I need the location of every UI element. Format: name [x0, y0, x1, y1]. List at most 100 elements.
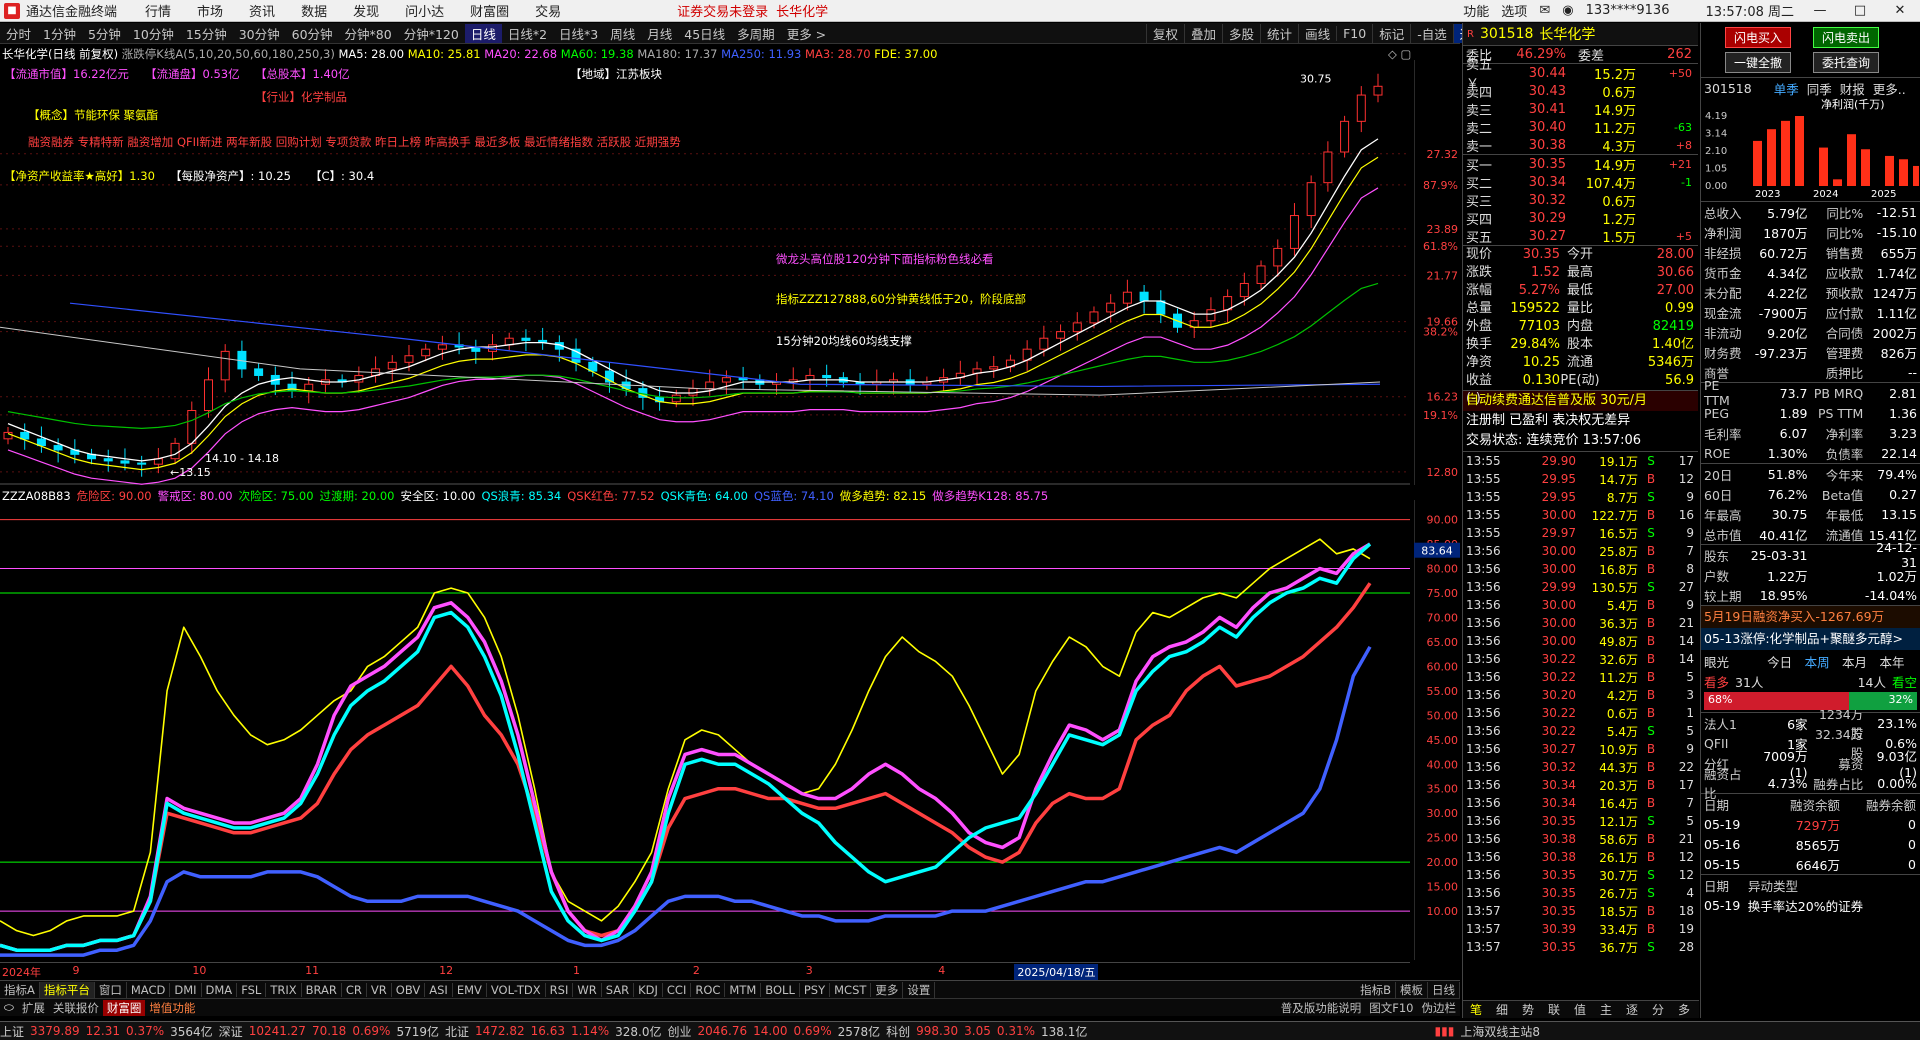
server-name[interactable]: 上海双线主站8: [1460, 1023, 1540, 1040]
period-daily2[interactable]: 日线*2: [502, 24, 553, 43]
indicator-tab[interactable]: 指标A: [0, 981, 40, 998]
menu-item-hangqing[interactable]: 行情: [145, 1, 171, 20]
indicator-tab[interactable]: ASI: [425, 982, 453, 997]
minimize-icon[interactable]: —: [1806, 3, 1834, 18]
extension-right-tab[interactable]: 普及版功能说明: [1277, 1000, 1366, 1016]
order-query-button[interactable]: 委托查询: [1813, 52, 1880, 73]
quote-bottom-tab[interactable]: 细: [1489, 1001, 1515, 1018]
period-weekly[interactable]: 周线: [604, 24, 641, 43]
indicator-right-tab[interactable]: 日线: [1428, 981, 1460, 998]
indicator-tab[interactable]: BRAR: [302, 982, 342, 997]
period-fenshi[interactable]: 分时: [0, 24, 37, 43]
toggle-icon[interactable]: ⬭: [0, 1000, 18, 1015]
indicator-tab[interactable]: PSY: [800, 982, 831, 997]
quote-bottom-tab[interactable]: 逐: [1619, 1001, 1645, 1018]
order-book-row[interactable]: 买五 30.27 1.5万 +5: [1463, 227, 1698, 246]
promo-1[interactable]: 自动续费通达信普及版 30元/月: [1463, 391, 1698, 411]
indicator-tab[interactable]: OBV: [392, 982, 426, 997]
indicator-tab[interactable]: EMV: [453, 982, 487, 997]
indicator-tab[interactable]: CCI: [663, 982, 692, 997]
indicator-tab[interactable]: 窗口: [95, 981, 127, 998]
extension-tab[interactable]: 关联报价: [49, 1000, 103, 1016]
period-45day[interactable]: 45日线: [678, 24, 731, 43]
toolbar-zixuan[interactable]: -自选: [1410, 24, 1453, 43]
period-1min[interactable]: 1分钟: [37, 24, 82, 43]
chart-indicator-name[interactable]: 涨跌停K线A(5,10,20,50,60,180,250,3): [122, 47, 335, 61]
quote-bottom-tab[interactable]: 联: [1541, 1001, 1567, 1018]
extension-tab[interactable]: 扩展: [18, 1000, 49, 1016]
eye-tab-today[interactable]: 今日: [1767, 652, 1804, 671]
menu-item-faxian[interactable]: 发现: [353, 1, 379, 20]
eye-tab-year[interactable]: 本年: [1880, 652, 1917, 671]
period-monthly[interactable]: 月线: [641, 24, 678, 43]
period-daily3[interactable]: 日线*3: [553, 24, 604, 43]
indicator-tab[interactable]: 指标平台: [39, 981, 95, 998]
menu-item-shuju[interactable]: 数据: [301, 1, 327, 20]
period-multi[interactable]: 多周期: [731, 24, 781, 43]
order-book-row[interactable]: 买二 30.34 107.4万 -1: [1463, 173, 1698, 192]
indicator-tab[interactable]: DMA: [202, 982, 238, 997]
toolbar-huaxian[interactable]: 画线: [1298, 24, 1336, 43]
cancel-all-button[interactable]: 一键全撤: [1725, 52, 1792, 73]
extension-tab[interactable]: 增值功能: [145, 1000, 199, 1016]
indicator-tab[interactable]: DMI: [170, 982, 202, 997]
close-icon[interactable]: ✕: [1886, 3, 1914, 18]
menu-item-shichang[interactable]: 市场: [197, 1, 223, 20]
period-5min[interactable]: 5分钟: [82, 24, 127, 43]
period-80min[interactable]: 分钟*80: [339, 24, 398, 43]
quote-bottom-tab[interactable]: 多: [1671, 1001, 1697, 1018]
menu-item-wenxiaoda[interactable]: 问小达: [405, 1, 444, 20]
quote-bottom-tab[interactable]: 值: [1567, 1001, 1593, 1018]
indicator-tab[interactable]: WR: [573, 982, 602, 997]
chart-settings-icon[interactable]: ◇ ▢: [1388, 47, 1411, 61]
f10-tab-quarter[interactable]: 单季: [1774, 79, 1799, 98]
indicator-tab[interactable]: SAR: [602, 982, 635, 997]
kline-chart[interactable]: 30.75 ←13.1514.10 - 14.18: [0, 60, 1410, 485]
indicator-tab[interactable]: 设置: [903, 981, 936, 998]
period-10min[interactable]: 10分钟: [127, 24, 180, 43]
menu-item-xuanxiang[interactable]: 选项: [1501, 1, 1527, 20]
order-book-row[interactable]: 卖五￥ 30.44 15.2万 +50: [1463, 58, 1698, 92]
period-30min[interactable]: 30分钟: [233, 24, 286, 43]
toolbar-duogu[interactable]: 多股: [1222, 24, 1260, 43]
toolbar-fuquan[interactable]: 复权: [1146, 24, 1184, 43]
quote-bottom-tab[interactable]: 分: [1645, 1001, 1671, 1018]
indicator-tab[interactable]: MCST: [830, 982, 872, 997]
order-book-row[interactable]: 卖四 30.43 0.6万: [1463, 82, 1698, 101]
extension-tab[interactable]: 财富圈: [102, 999, 146, 1016]
indicator-tab[interactable]: BOLL: [761, 982, 800, 997]
tick-list[interactable]: 13:55 29.90 19.1万 S 17 13:55 29.95 14.7万 B 12 13:5…: [1463, 452, 1698, 956]
quote-bottom-tab[interactable]: 笔: [1463, 1001, 1489, 1018]
order-book-row[interactable]: 买四 30.29 1.2万: [1463, 209, 1698, 228]
quote-bottom-tab[interactable]: 主: [1593, 1001, 1619, 1018]
order-book-row[interactable]: 买三 30.32 0.6万: [1463, 191, 1698, 210]
period-15min[interactable]: 15分钟: [180, 24, 233, 43]
period-daily[interactable]: 日线: [464, 23, 502, 43]
menu-item-jiaoyi[interactable]: 交易: [535, 1, 561, 20]
flash-buy-button[interactable]: 闪电买入: [1725, 27, 1792, 48]
eye-tab-week[interactable]: 本周: [1805, 652, 1842, 671]
indicator-tab[interactable]: MACD: [127, 982, 171, 997]
margin-news[interactable]: 5月19日融资净买入-1267.69万: [1701, 606, 1920, 628]
toolbar-f10[interactable]: F10: [1336, 26, 1372, 41]
user-icon[interactable]: ◉: [1562, 3, 1573, 18]
flash-sell-button[interactable]: 闪电卖出: [1813, 27, 1880, 48]
indicator-tab[interactable]: 更多: [871, 981, 904, 998]
f10-tab-report[interactable]: 财报: [1840, 79, 1865, 98]
menu-item-zixun[interactable]: 资讯: [249, 1, 275, 20]
indicator-tab[interactable]: VOL-TDX: [487, 982, 546, 997]
menu-item-gongneng[interactable]: 功能: [1463, 1, 1489, 20]
f10-tab-yoy[interactable]: 同季: [1807, 79, 1832, 98]
f10-tab-more[interactable]: 更多..: [1873, 79, 1906, 98]
toolbar-tongji[interactable]: 统计: [1260, 24, 1298, 43]
login-notice[interactable]: 证券交易未登录: [677, 1, 768, 20]
extension-right-tab[interactable]: 伪边栏: [1418, 1000, 1461, 1016]
extension-right-tab[interactable]: 图文F10: [1365, 1000, 1417, 1016]
period-more[interactable]: 更多 >: [781, 24, 832, 43]
order-book-row[interactable]: 卖一 30.38 4.3万 +8: [1463, 136, 1698, 155]
eye-tab-month[interactable]: 本月: [1842, 652, 1879, 671]
indicator-right-tab[interactable]: 模板: [1396, 981, 1428, 998]
maximize-icon[interactable]: □: [1846, 3, 1874, 18]
indicator-tab[interactable]: FSL: [237, 982, 267, 997]
indicator-tab[interactable]: VR: [367, 982, 392, 997]
